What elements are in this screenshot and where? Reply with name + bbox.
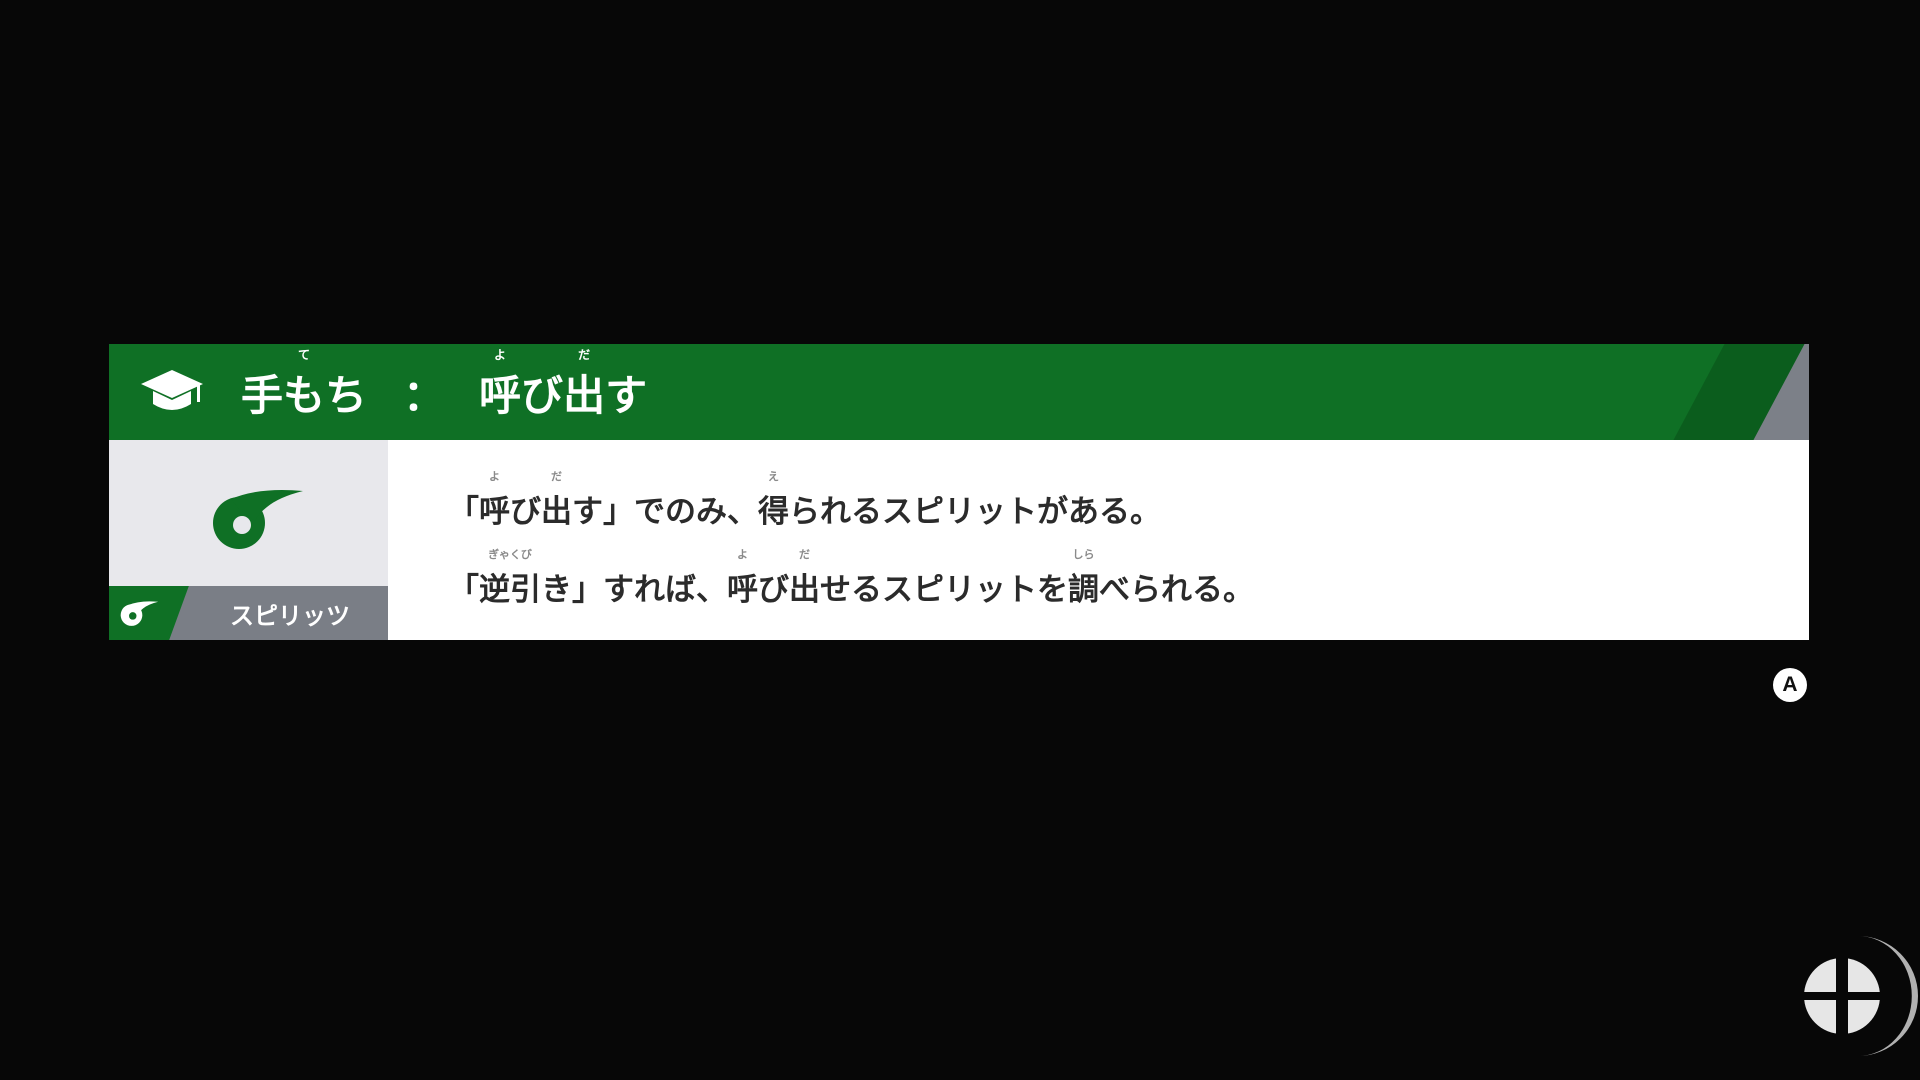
tip-card: て 手もち ： よ 呼 び だ 出 す スピリッツ 「 よ 呼び だ 出す」での… [109,344,1809,640]
title-kana: び [521,370,564,420]
furigana: だ [551,470,562,483]
furigana: ぎゃくび [488,548,532,561]
screen: て 手もち ： よ 呼 び だ 出 す スピリッツ 「 よ 呼び だ 出す」での… [0,0,1920,1080]
tip-text-line-2: 「ぎゃくび 逆引き」すれば、よ呼びだ出せるスピリットを しら 調べられる。 [448,548,1254,608]
title-kanji: だ 出 [563,347,606,420]
ruby-kanji: ぎゃくび 逆引 [479,548,541,608]
furigana: え [768,470,779,483]
ruby-kanji: だ出 [541,470,572,530]
ruby-kanji: え得 [758,470,789,530]
category-tag-label: スピリッツ [230,601,350,630]
furigana: よ [494,347,507,362]
spirit-icon [213,490,303,549]
ruby-kanji: だ出 [789,548,820,608]
furigana: て [298,347,311,362]
furigana: しら [1072,548,1095,561]
spirit-icon [120,601,159,626]
ruby-kanji: しら調 [1068,548,1099,608]
category-panel: スピリッツ [109,440,388,640]
furigana: だ [799,548,810,561]
title-kanji: よ 呼 [479,347,522,420]
tip-body: 「よ呼びだ出す」でのみ、え得られるスピリットがある。 「ぎゃくび 逆引き」すれば、… [388,440,1809,640]
furigana: よ [737,548,748,561]
smash-emblem-icon [1804,936,1918,1056]
furigana: だ [578,347,591,362]
graduation-cap-icon [141,370,203,410]
furigana: よ [489,470,500,483]
a-button[interactable]: A [1773,668,1807,702]
title-separator: ： [403,370,446,420]
ruby-kanji: よ呼 [727,548,758,608]
tip-header: て 手もち ： よ 呼 び だ 出 す [109,344,1809,440]
tip-title: て 手もち ： よ 呼 び だ 出 す [241,344,647,440]
ruby-kanji: よ呼 [479,470,510,530]
title-kana: す [605,370,648,420]
category-tag: スピリッツ [109,586,388,640]
title-category: て 手もち [241,347,368,420]
tip-text-line-1: 「よ呼びだ出す」でのみ、え得られるスピリットがある。 [448,470,1161,530]
